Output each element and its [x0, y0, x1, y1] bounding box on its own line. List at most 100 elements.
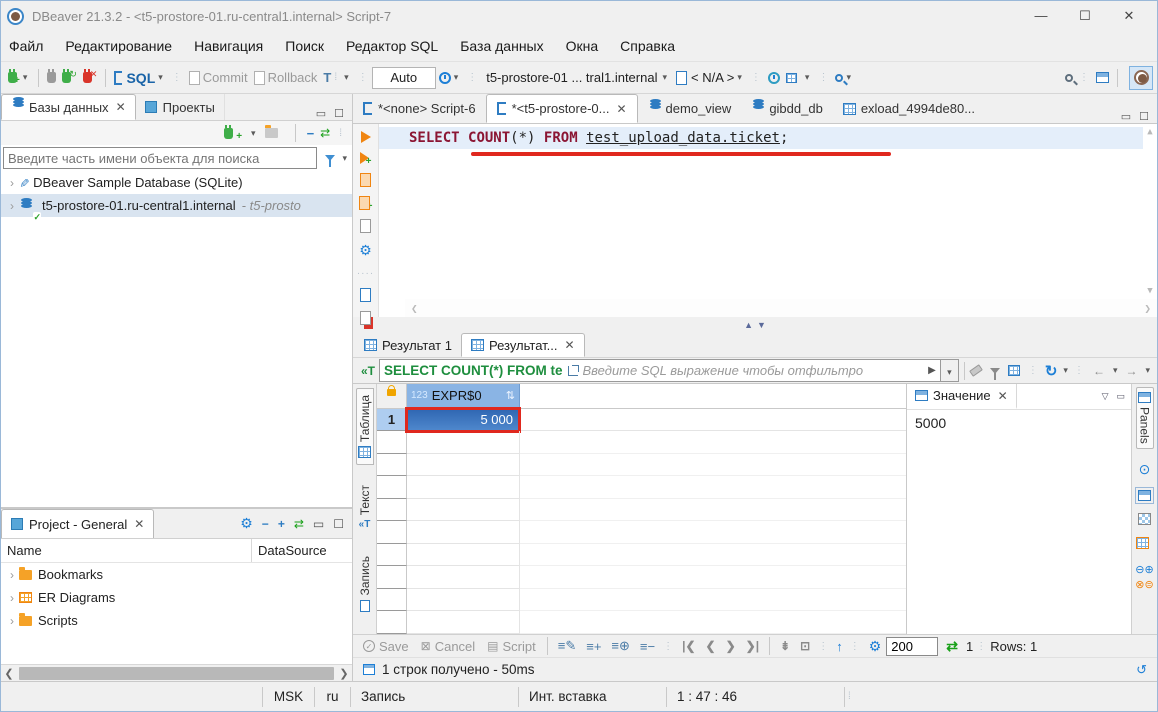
- fetch-size-input[interactable]: [886, 637, 938, 656]
- refresh-icon[interactable]: ↻: [1045, 362, 1058, 380]
- refresh-icon[interactable]: ⇄: [946, 638, 958, 655]
- scroll-right-icon[interactable]: ❯: [336, 667, 352, 680]
- grid-row-1[interactable]: 1 5 000: [377, 409, 906, 432]
- cell-expr0-value[interactable]: 5 000: [407, 409, 520, 432]
- close-icon[interactable]: ✕: [116, 100, 126, 114]
- close-icon[interactable]: ✕: [134, 517, 144, 531]
- tab-project-general[interactable]: Project - General ✕: [1, 509, 154, 538]
- column-name[interactable]: Name: [1, 539, 252, 562]
- fetch-page-icon[interactable]: ⇟: [780, 639, 790, 653]
- tab-result-1[interactable]: Результат 1: [355, 333, 461, 357]
- apply-filter-icon[interactable]: ▶: [928, 365, 936, 376]
- close-icon[interactable]: ✕: [616, 102, 626, 116]
- reconnect-button[interactable]: ↻: [59, 66, 80, 90]
- close-button[interactable]: ✕: [1107, 3, 1151, 29]
- menu-sql-editor[interactable]: Редактор SQL: [346, 38, 438, 54]
- aggregate-panel-icon[interactable]: [1136, 537, 1149, 549]
- add-row-icon[interactable]: ≡+: [586, 639, 601, 654]
- tab-projects[interactable]: Проекты: [136, 94, 225, 120]
- editor-hscrollbar[interactable]: ❮❯: [405, 299, 1157, 317]
- new-connection-button[interactable]: +▾: [5, 66, 33, 90]
- commit-mode-value[interactable]: Auto: [372, 67, 436, 89]
- execute-script-icon[interactable]: [360, 173, 371, 187]
- export-from-query-icon[interactable]: [360, 288, 371, 302]
- transaction-mode-button[interactable]: T⁞▾: [320, 66, 354, 90]
- tab-databases[interactable]: Базы данных ✕: [1, 94, 136, 120]
- editor-results-sash[interactable]: ▲▼: [353, 317, 1157, 332]
- new-connection-icon[interactable]: [224, 128, 233, 139]
- calc-panel-icon[interactable]: ⊖⊕⊗⊜: [1135, 561, 1153, 591]
- delete-row-icon[interactable]: ≡−: [640, 639, 655, 654]
- menu-edit[interactable]: Редактирование: [65, 38, 172, 54]
- filter-icon[interactable]: [325, 155, 335, 161]
- pin-result-icon[interactable]: ↺: [1136, 662, 1147, 678]
- fetch-all-icon[interactable]: ⊡: [800, 639, 810, 653]
- tab-demo-view[interactable]: demo_view: [638, 94, 742, 123]
- connect-button[interactable]: [44, 66, 59, 90]
- presentation-tab-text[interactable]: Текст «T: [357, 479, 373, 536]
- cancel-button[interactable]: ⊠Cancel: [421, 639, 476, 654]
- cursor-position[interactable]: 1 : 47 : 46: [667, 687, 845, 707]
- view-menu-icon[interactable]: ▽: [1102, 391, 1109, 402]
- row-number[interactable]: 1: [377, 409, 407, 432]
- next-row-icon[interactable]: ❯: [726, 639, 736, 653]
- er-diagram-button[interactable]: ▾: [783, 66, 816, 90]
- tab-exload[interactable]: exload_4994de80...: [833, 94, 985, 123]
- first-row-icon[interactable]: |❮: [682, 639, 695, 653]
- export-data-icon[interactable]: ↑: [836, 639, 843, 654]
- panels-toggle-button[interactable]: Panels: [1136, 387, 1154, 449]
- minimize-panel-icon[interactable]: ▭: [313, 517, 324, 531]
- sql-settings-gear-icon[interactable]: ⚙: [359, 242, 372, 259]
- expand-filter-icon[interactable]: [568, 366, 578, 376]
- metadata-panel-icon[interactable]: [1138, 513, 1151, 525]
- menu-search[interactable]: Поиск: [285, 38, 324, 54]
- commit-button[interactable]: Commit: [186, 66, 251, 90]
- column-datasource[interactable]: DataSource: [252, 539, 352, 562]
- quick-access-search-icon[interactable]: [1062, 66, 1076, 90]
- menu-navigation[interactable]: Навигация: [194, 38, 263, 54]
- menu-file[interactable]: Файл: [9, 38, 43, 54]
- save-filter-icon[interactable]: [1008, 365, 1020, 376]
- new-folder-icon[interactable]: [265, 128, 278, 138]
- view-menu-icon[interactable]: ⁞: [339, 128, 343, 139]
- nav-back-icon[interactable]: ←: [1093, 364, 1105, 378]
- close-icon[interactable]: ✕: [998, 389, 1008, 403]
- tab-gibdd-db[interactable]: gibdd_db: [741, 94, 833, 123]
- project-item-er-diagrams[interactable]: › ER Diagrams: [1, 586, 352, 609]
- project-item-scripts[interactable]: › Scripts: [1, 609, 352, 632]
- menu-windows[interactable]: Окна: [566, 38, 599, 54]
- tab-script-6[interactable]: *<none> Script-6: [353, 94, 486, 123]
- execute-new-tab-icon[interactable]: +: [360, 152, 372, 164]
- tab-script-7-active[interactable]: *<t5-prostore-0... ✕: [486, 94, 638, 123]
- grid-corner-cell[interactable]: [377, 384, 407, 409]
- tab-value[interactable]: Значение ✕: [907, 384, 1017, 409]
- link-editor-icon[interactable]: ⇄: [320, 126, 330, 140]
- minimize-button[interactable]: —: [1019, 3, 1063, 29]
- expand-all-icon[interactable]: +: [278, 517, 285, 531]
- explain-plan-icon[interactable]: [360, 219, 371, 233]
- edit-row-icon[interactable]: ≡✎: [558, 638, 576, 654]
- maximize-button[interactable]: ☐: [1063, 3, 1107, 29]
- panel-minmax[interactable]: ▭☐: [308, 107, 352, 120]
- minimize-panel-icon[interactable]: ▭: [1116, 391, 1125, 402]
- value-viewer-icon[interactable]: [1138, 490, 1151, 501]
- presentation-tab-record[interactable]: Запись: [357, 550, 373, 617]
- presentation-tab-grid[interactable]: Таблица: [356, 388, 374, 465]
- duplicate-row-icon[interactable]: ≡⊕: [611, 638, 629, 654]
- sql-statement[interactable]: SELECT COUNT(*) FROM test_upload_data.ti…: [409, 130, 788, 146]
- dbeaver-perspective-button[interactable]: [1129, 66, 1153, 90]
- maximize-panel-icon[interactable]: ☐: [333, 517, 344, 531]
- filter-history-dropdown[interactable]: ▾: [941, 359, 959, 382]
- collapse-all-icon[interactable]: −: [307, 126, 315, 141]
- grid-settings-gear-icon[interactable]: ⚙: [869, 638, 882, 655]
- project-item-bookmarks[interactable]: › Bookmarks: [1, 563, 352, 586]
- tree-item-t5-prostore[interactable]: › t5-prostore-01.ru-central1.internal - …: [1, 194, 352, 217]
- editor-minmax[interactable]: ▭☐: [1113, 110, 1157, 123]
- prev-row-icon[interactable]: ❮: [706, 639, 716, 653]
- project-hscrollbar[interactable]: ❮ ❯: [1, 664, 352, 681]
- cell-value-text[interactable]: 5000: [907, 410, 1131, 436]
- tree-item-sample-db[interactable]: › ✎ DBeaver Sample Database (SQLite): [1, 171, 352, 194]
- collapse-all-icon[interactable]: −: [262, 517, 269, 531]
- chevron-right-icon[interactable]: ›: [5, 199, 19, 213]
- sql-editor-body[interactable]: SELECT COUNT(*) FROM test_upload_data.ti…: [379, 124, 1157, 317]
